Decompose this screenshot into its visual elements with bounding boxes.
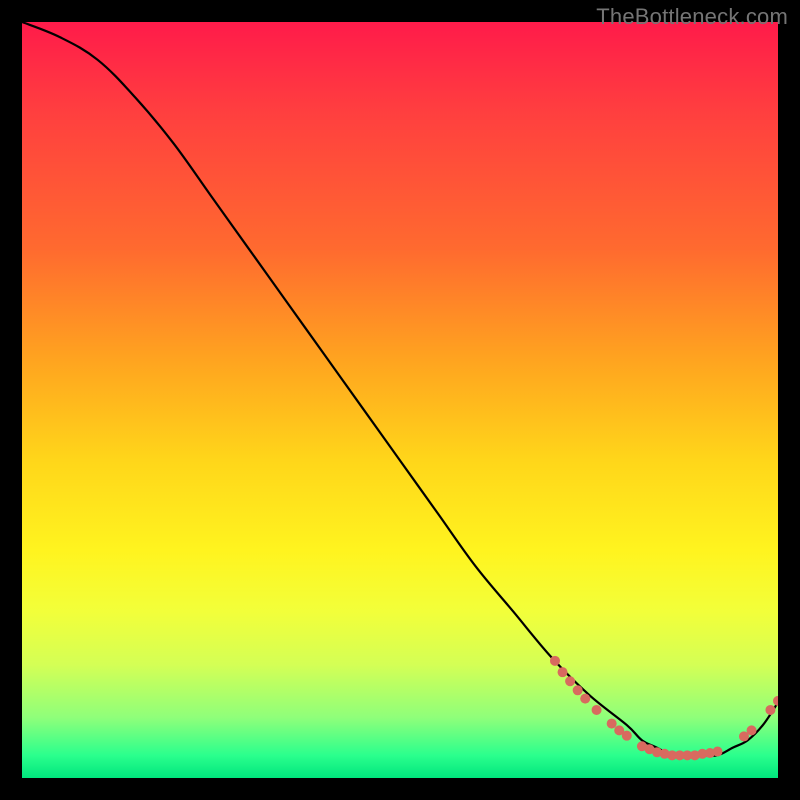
data-marker: [773, 696, 778, 706]
chart-frame: TheBottleneck.com: [0, 0, 800, 800]
data-marker: [592, 705, 602, 715]
data-marker: [558, 667, 568, 677]
data-marker: [580, 694, 590, 704]
chart-svg: [22, 22, 778, 778]
data-marker: [573, 685, 583, 695]
data-marker: [565, 676, 575, 686]
data-marker: [550, 656, 560, 666]
data-marker: [765, 705, 775, 715]
data-marker: [747, 725, 757, 735]
data-marker: [713, 747, 723, 757]
data-marker: [622, 731, 632, 741]
data-marker: [607, 719, 617, 729]
curve-line: [22, 22, 778, 756]
marker-layer: [550, 656, 778, 761]
watermark-label: TheBottleneck.com: [596, 4, 788, 30]
